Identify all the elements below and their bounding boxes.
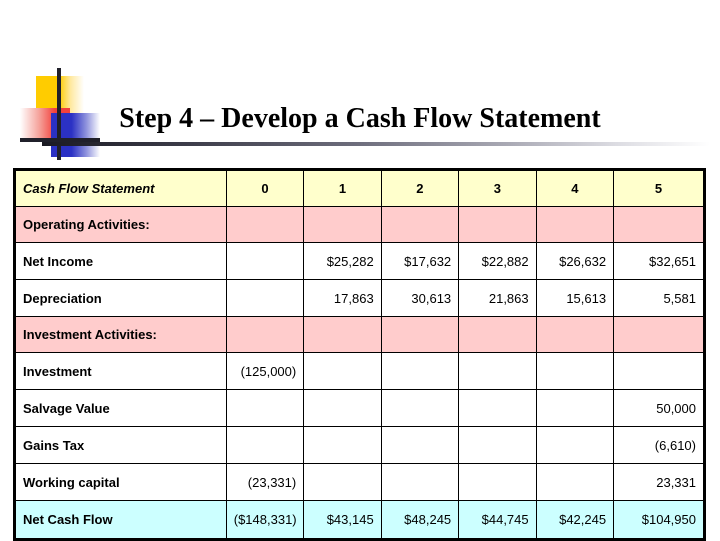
row-value — [380, 463, 460, 501]
row-value — [380, 352, 460, 390]
row-value: (6,610) — [613, 426, 705, 464]
row-value — [380, 206, 460, 243]
table-row: Net Cash Flow ($148,331) $43,145 $48,245 $44… — [14, 500, 705, 540]
row-value — [458, 352, 537, 390]
row-value: $44,745 — [458, 500, 537, 540]
table-row: Gains Tax (6,610) — [14, 426, 705, 464]
table-row: Working capital (23,331) 23,331 — [14, 463, 705, 501]
title-underline-rule — [42, 142, 710, 146]
row-value: $104,950 — [613, 500, 705, 540]
row-value — [380, 316, 460, 353]
row-value: 5,581 — [613, 279, 705, 317]
row-value — [303, 389, 382, 427]
row-value — [303, 206, 382, 243]
row-value: 23,331 — [613, 463, 705, 501]
row-value — [458, 426, 537, 464]
row-value — [225, 426, 305, 464]
row-value — [535, 206, 615, 243]
table-row: Depreciation 17,863 30,613 21,863 15,613 5,58… — [14, 279, 705, 317]
row-value: $26,632 — [535, 242, 615, 280]
row-value: (125,000) — [225, 352, 305, 390]
row-value — [225, 242, 305, 280]
table-header-period-3: 3 — [458, 169, 537, 207]
row-value — [225, 206, 305, 243]
table-row: Investment (125,000) — [14, 352, 705, 390]
row-value: $17,632 — [380, 242, 460, 280]
cash-flow-table: Cash Flow Statement 0 1 2 3 4 5 Operating Activ… — [13, 168, 706, 541]
row-value — [458, 463, 537, 501]
row-value: 50,000 — [613, 389, 705, 427]
row-value: $42,245 — [535, 500, 615, 540]
row-value — [303, 316, 382, 353]
row-value: 21,863 — [458, 279, 537, 317]
row-value — [303, 352, 382, 390]
row-value — [613, 316, 705, 353]
cash-flow-table-container: Cash Flow Statement 0 1 2 3 4 5 Operating Activ… — [13, 168, 706, 541]
row-label: Operating Activities: — [14, 206, 227, 243]
table-header-period-5: 5 — [613, 169, 705, 207]
row-value — [458, 206, 537, 243]
row-value — [225, 279, 305, 317]
row-value — [225, 389, 305, 427]
table-header-label: Cash Flow Statement — [14, 169, 227, 207]
row-value: (23,331) — [225, 463, 305, 501]
row-value — [613, 352, 705, 390]
row-label: Investment — [14, 352, 227, 390]
row-value: 15,613 — [535, 279, 615, 317]
row-value — [380, 389, 460, 427]
table-header-period-4: 4 — [535, 169, 615, 207]
row-value: 30,613 — [380, 279, 460, 317]
row-label: Depreciation — [14, 279, 227, 317]
row-value — [535, 316, 615, 353]
row-value: $32,651 — [613, 242, 705, 280]
row-value — [535, 352, 615, 390]
row-value: ($148,331) — [225, 500, 305, 540]
table-row: Operating Activities: — [14, 206, 705, 243]
row-value: $48,245 — [380, 500, 460, 540]
row-value — [380, 426, 460, 464]
row-value — [303, 463, 382, 501]
row-label: Investment Activities: — [14, 316, 227, 353]
row-value: $25,282 — [303, 242, 382, 280]
row-value — [535, 426, 615, 464]
row-value — [535, 389, 615, 427]
table-header-row: Cash Flow Statement 0 1 2 3 4 5 — [14, 169, 705, 207]
row-value — [458, 389, 537, 427]
row-value: $43,145 — [303, 500, 382, 540]
row-label: Net Cash Flow — [14, 500, 227, 540]
table-row: Investment Activities: — [14, 316, 705, 353]
row-label: Net Income — [14, 242, 227, 280]
row-value — [613, 206, 705, 243]
table-row: Net Income $25,282 $17,632 $22,882 $26,632 $3… — [14, 242, 705, 280]
row-value: 17,863 — [303, 279, 382, 317]
row-label: Working capital — [14, 463, 227, 501]
row-label: Gains Tax — [14, 426, 227, 464]
row-value: $22,882 — [458, 242, 537, 280]
row-value — [458, 316, 537, 353]
row-value — [225, 316, 305, 353]
table-header-period-0: 0 — [225, 169, 305, 207]
row-value — [535, 463, 615, 501]
slide-title: Step 4 – Develop a Cash Flow Statement — [119, 103, 601, 134]
row-label: Salvage Value — [14, 389, 227, 427]
table-row: Salvage Value 50,000 — [14, 389, 705, 427]
table-header-period-2: 2 — [380, 169, 460, 207]
row-value — [303, 426, 382, 464]
table-header-period-1: 1 — [303, 169, 382, 207]
